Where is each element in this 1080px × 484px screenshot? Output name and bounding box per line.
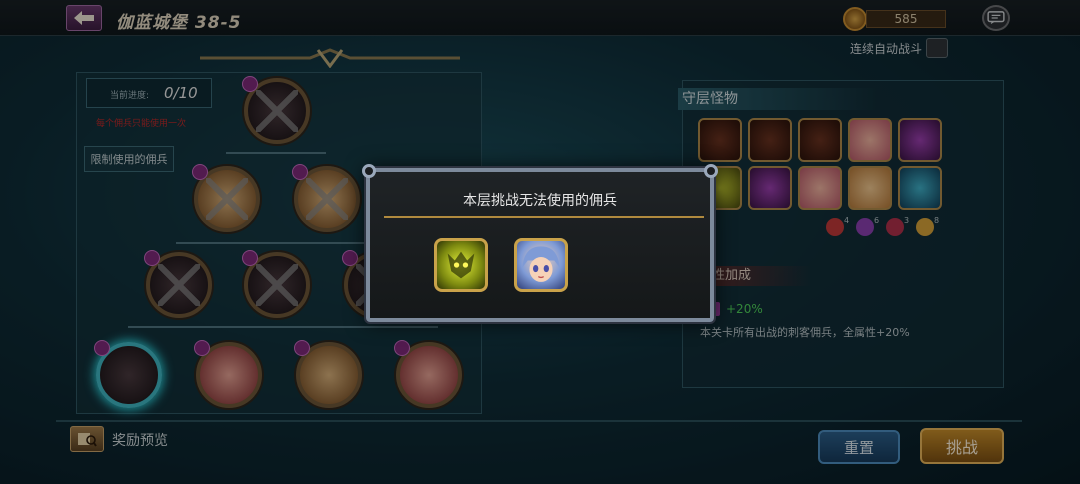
- dialog-title: 本层挑战无法使用的佣兵: [463, 193, 617, 209]
- girl-portrait-icon: [522, 246, 560, 282]
- dialog-divider: [384, 216, 704, 218]
- beast-portrait-icon: [447, 251, 475, 279]
- restricted-mercenary-dialog: 本层挑战无法使用的佣兵: [362, 164, 718, 322]
- restricted-unit-yellow-beast[interactable]: [434, 238, 488, 292]
- dialog-corner-ornament: [704, 164, 718, 178]
- dialog-corner-ornament: [362, 164, 376, 178]
- restricted-unit-blue-haired-girl[interactable]: [514, 238, 568, 292]
